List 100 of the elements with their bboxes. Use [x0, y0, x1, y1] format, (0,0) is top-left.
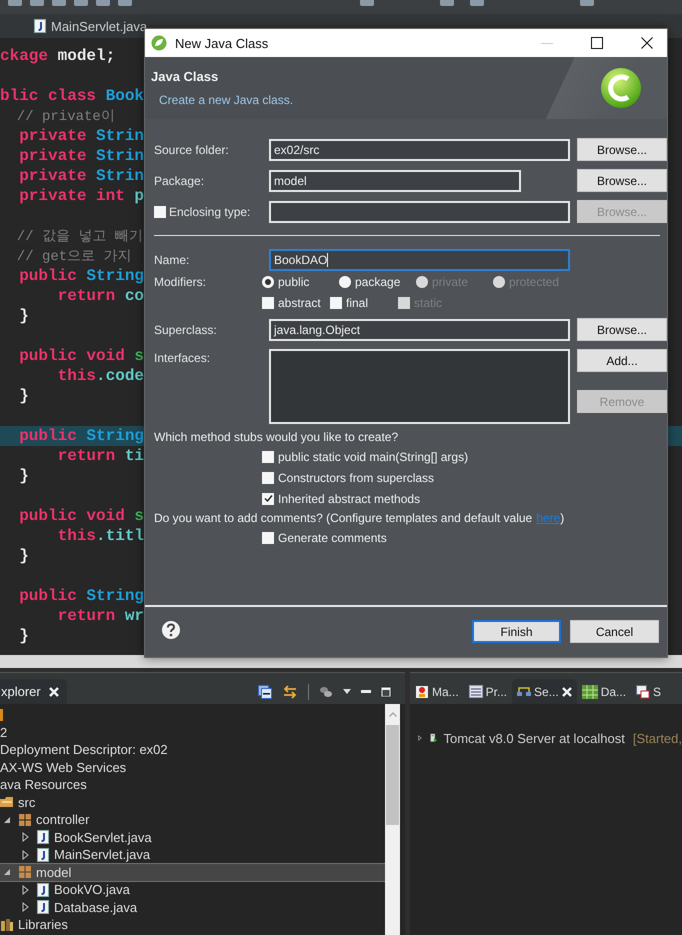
name-field[interactable]: BookDAO — [269, 249, 570, 271]
enclosing-type-field[interactable] — [269, 200, 570, 222]
tree-item[interactable]: BookVO.java — [0, 881, 385, 898]
expanded-icon[interactable] — [3, 868, 11, 876]
view-tab[interactable]: Ma... — [410, 679, 464, 704]
java-file-icon — [37, 900, 49, 914]
package-field[interactable]: model — [269, 170, 521, 192]
collapsed-icon[interactable] — [418, 733, 422, 743]
collapse-all-icon[interactable] — [258, 684, 272, 698]
superclass-field[interactable]: java.lang.Object — [269, 318, 570, 340]
server-item[interactable]: Tomcat v8.0 Server at localhost [Started, — [418, 730, 682, 746]
radio-label: package — [355, 274, 400, 288]
checkbox-label: Generate comments — [278, 530, 387, 544]
maximize-button[interactable] — [591, 37, 603, 49]
radio-button[interactable] — [339, 276, 351, 288]
tree-item[interactable]: Libraries — [0, 916, 385, 934]
explorer-tab[interactable]: xplorer — [0, 679, 67, 704]
tree-item[interactable]: AX-WS Web Services — [0, 758, 385, 776]
close-button[interactable] — [641, 37, 653, 49]
filter-icon[interactable] — [319, 686, 333, 698]
checkbox[interactable] — [154, 206, 166, 218]
tree-item[interactable]: src — [0, 794, 385, 811]
browse-button[interactable]: Browse... — [577, 318, 667, 341]
code-line: } — [18, 307, 29, 325]
field-label: Modifiers: — [154, 274, 208, 288]
library-icon — [0, 918, 14, 931]
view-tab[interactable]: S — [631, 679, 666, 704]
collapsed-icon[interactable] — [22, 832, 28, 842]
checkbox-label: public static void main(String[] args) — [278, 450, 468, 464]
java-file-icon — [37, 848, 49, 862]
field-label: Superclass: — [154, 322, 218, 336]
code-line: // get으로 가지 — [16, 248, 132, 265]
project-icon — [0, 708, 3, 721]
checkbox[interactable] — [262, 296, 274, 308]
checkbox[interactable] — [262, 450, 274, 462]
java-file-icon — [37, 882, 49, 897]
scrollbar[interactable] — [385, 704, 400, 935]
checkbox-label: Constructors from superclass — [278, 470, 434, 484]
tree-item[interactable]: controller — [0, 811, 385, 828]
browse-button[interactable]: Browse... — [577, 138, 667, 161]
code-line: public String — [18, 587, 144, 605]
code-line: public void s — [18, 347, 144, 365]
close-icon[interactable] — [562, 686, 572, 696]
checkbox[interactable] — [262, 532, 274, 544]
tree-item[interactable]: Database.java — [0, 898, 385, 916]
properties-icon — [468, 685, 483, 698]
code-line: private Strin — [18, 127, 144, 145]
package-icon — [19, 814, 31, 826]
cancel-button[interactable]: Cancel — [570, 620, 659, 643]
checkbox-label: Enclosing type: — [169, 204, 250, 218]
view-tab[interactable]: Pr... — [464, 679, 512, 704]
field-label: Package: — [154, 174, 206, 188]
tree-item[interactable]: 2 — [0, 724, 385, 741]
code-line: } — [18, 547, 29, 565]
tree-item[interactable]: BookServlet.java — [0, 828, 385, 846]
source-folder-field[interactable]: ex02/src — [269, 138, 570, 160]
view-tab[interactable]: Da... — [576, 679, 632, 704]
data-icon — [582, 684, 598, 698]
help-icon[interactable] — [161, 620, 181, 640]
finish-button[interactable]: Finish — [472, 620, 561, 643]
code-line: return wr — [56, 607, 144, 625]
field-label: Name: — [154, 253, 190, 267]
checkbox[interactable] — [262, 492, 274, 504]
scrollbar-thumb[interactable] — [386, 725, 399, 825]
class-logo-icon — [599, 66, 643, 110]
code-line: } — [18, 467, 29, 485]
editor-tab[interactable]: MainServlet.java — [32, 15, 156, 37]
tree-item[interactable]: MainServlet.java — [0, 846, 385, 864]
tree-item[interactable]: model — [0, 864, 385, 881]
expanded-icon[interactable] — [3, 816, 11, 824]
window-title: New Java Class — [175, 36, 268, 50]
maximize-icon[interactable] — [381, 686, 391, 696]
radio-button[interactable] — [262, 276, 274, 288]
field-label: Source folder: — [154, 142, 230, 156]
tree-item[interactable]: ava Resources — [0, 776, 385, 794]
checkbox-label: final — [346, 296, 368, 310]
snippets-icon — [636, 684, 650, 698]
code-line: return co — [56, 287, 144, 305]
code-line: blic class Book — [0, 87, 144, 105]
collapsed-icon[interactable] — [22, 884, 28, 895]
field-label: Interfaces: — [154, 350, 212, 365]
code-line: } — [18, 627, 29, 645]
interfaces-list[interactable] — [269, 349, 570, 424]
comments-prompt: Do you want to add comments? (Configure templates and default value here) — [154, 510, 566, 527]
code-line: this.code — [56, 367, 144, 385]
checkbox-label: Inherited abstract methods — [278, 492, 420, 506]
add-button[interactable]: Add... — [577, 349, 667, 372]
view-menu-icon[interactable] — [343, 689, 351, 694]
close-icon[interactable] — [48, 686, 59, 696]
markers-icon — [415, 684, 429, 698]
collapsed-icon[interactable] — [22, 902, 28, 912]
folder-icon — [0, 796, 14, 808]
view-tab[interactable]: Se... — [512, 679, 577, 704]
code-line: ckage model; — [0, 47, 116, 65]
link-icon[interactable] — [282, 684, 298, 698]
tree-item[interactable]: Deployment Descriptor: ex02 — [0, 741, 385, 758]
collapsed-icon[interactable] — [22, 850, 28, 860]
checkbox[interactable] — [262, 472, 274, 484]
checkbox[interactable] — [330, 296, 342, 308]
browse-button[interactable]: Browse... — [577, 169, 667, 192]
